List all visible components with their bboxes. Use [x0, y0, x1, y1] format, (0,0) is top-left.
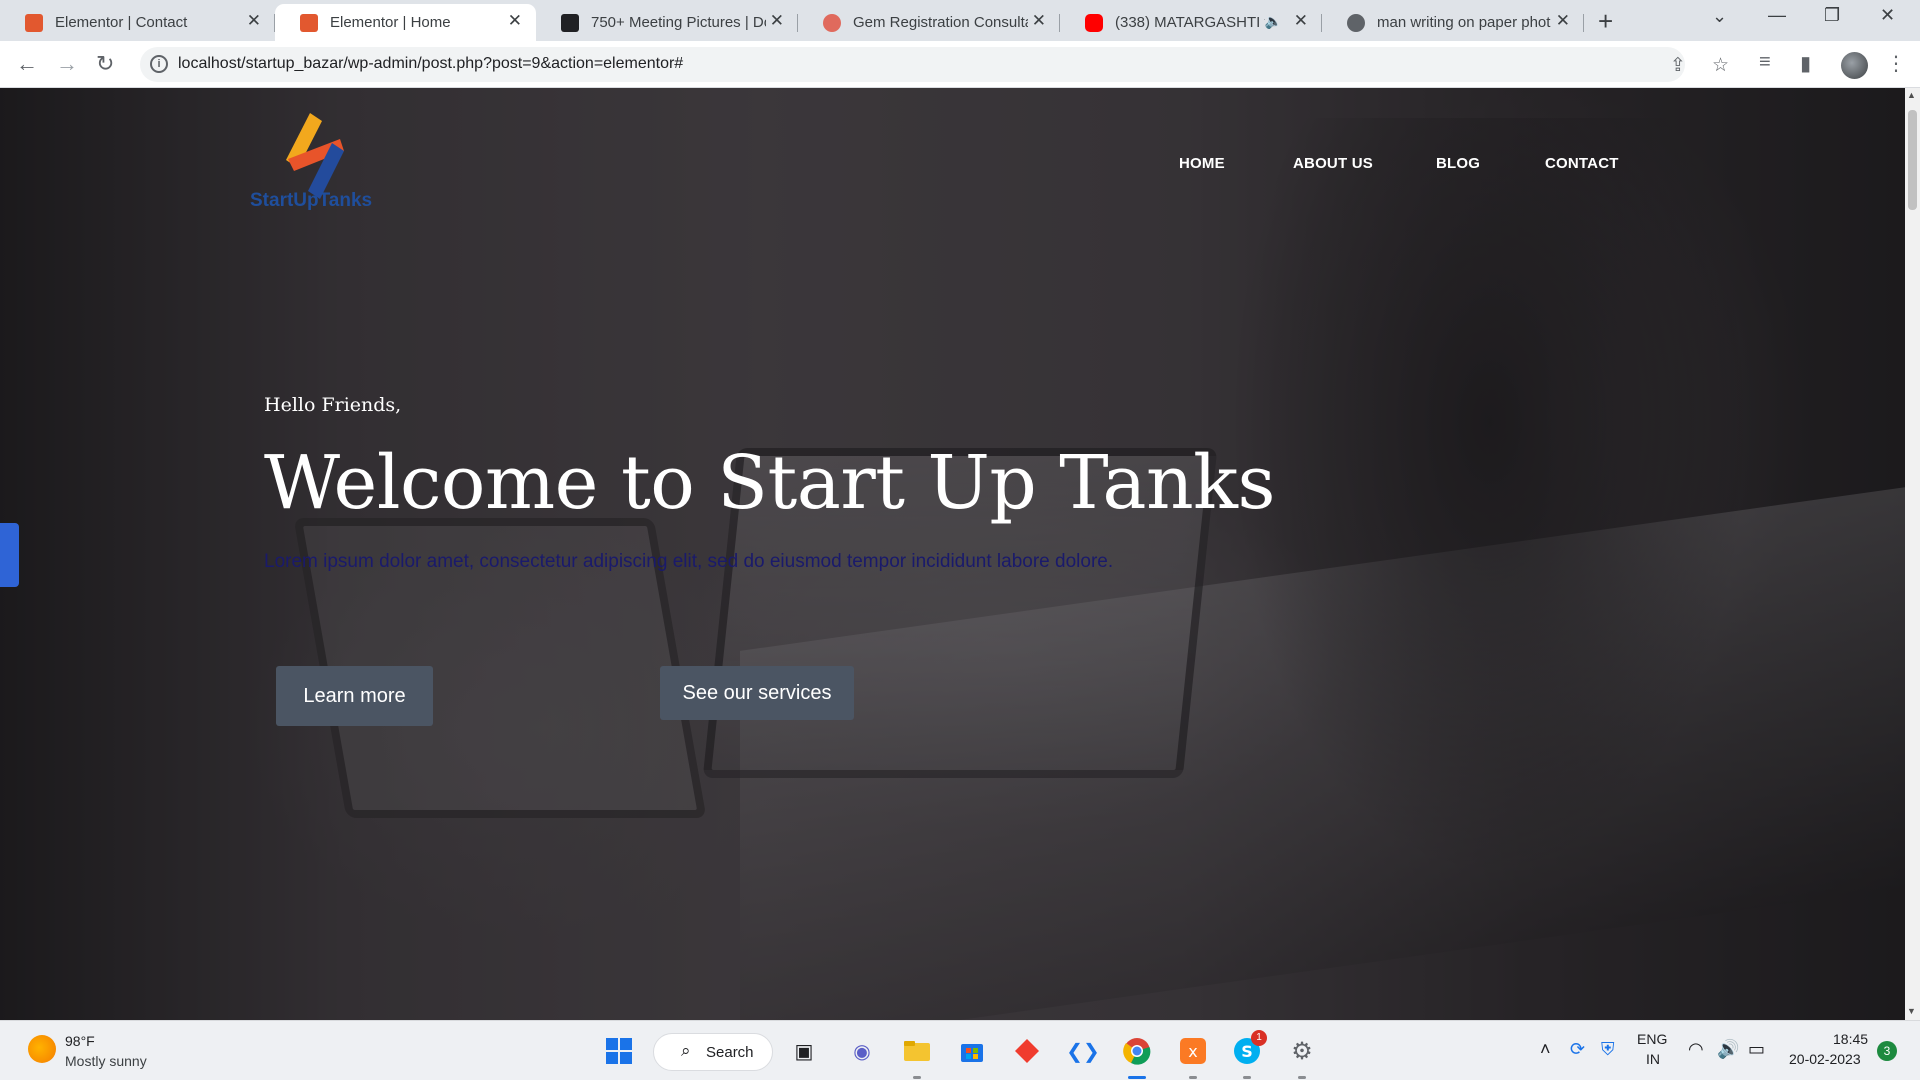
close-icon[interactable]: ✕: [1032, 11, 1046, 31]
tab-man-writing[interactable]: man writing on paper phot ✕: [1322, 4, 1584, 41]
elementor-favicon-icon: [25, 14, 43, 32]
site-logo[interactable]: StartUpTanks: [250, 113, 380, 218]
share-icon[interactable]: ⇪: [1670, 54, 1686, 77]
settings-gear-icon[interactable]: ⚙: [1285, 1034, 1319, 1068]
app-running-indicator: [913, 1076, 921, 1079]
gem-favicon-icon: [823, 14, 841, 32]
site-info-icon[interactable]: i: [150, 55, 168, 73]
svg-text:S: S: [1241, 1042, 1253, 1061]
vscode-icon[interactable]: ❮❯: [1066, 1034, 1100, 1068]
tab-title: (338) MATARGASHTI fu: [1115, 14, 1265, 31]
forward-arrow-icon[interactable]: →: [56, 51, 78, 77]
chrome-icon[interactable]: [1120, 1034, 1154, 1068]
git-app-icon[interactable]: [1010, 1034, 1044, 1068]
close-icon[interactable]: ✕: [1556, 11, 1570, 31]
menu-kebab-icon[interactable]: ⋮: [1886, 51, 1906, 76]
browser-toolbar: ← → ↻ i localhost/startup_bazar/wp-admin…: [0, 41, 1920, 88]
hero-greeting: Hello Friends,: [264, 394, 402, 416]
weather-sun-icon[interactable]: [28, 1035, 56, 1063]
tab-title: man writing on paper phot: [1377, 14, 1551, 31]
clock-time[interactable]: 18:45: [1833, 1031, 1868, 1047]
learn-more-button[interactable]: Learn more: [276, 666, 433, 726]
clock-date[interactable]: 20-02-2023: [1789, 1051, 1861, 1067]
youtube-favicon-icon: [1085, 14, 1103, 32]
nav-about-us[interactable]: ABOUT US: [1293, 155, 1373, 172]
windows-start-icon[interactable]: [602, 1034, 636, 1068]
tab-youtube[interactable]: (338) MATARGASHTI fu 🔈 ✕: [1060, 4, 1322, 41]
xampp-icon[interactable]: x: [1176, 1034, 1210, 1068]
back-arrow-icon[interactable]: ←: [16, 51, 38, 77]
side-panel-icon[interactable]: ▮: [1800, 51, 1811, 76]
volume-icon[interactable]: 🔊: [1717, 1039, 1739, 1060]
tab-title: 750+ Meeting Pictures | Do: [591, 14, 766, 31]
nav-home[interactable]: HOME: [1179, 155, 1225, 172]
taskbar-search-label: Search: [706, 1044, 754, 1061]
scroll-down-arrow-icon[interactable]: ▼: [1907, 1006, 1916, 1016]
tab-elementor-home[interactable]: Elementor | Home ✕: [275, 4, 536, 41]
tab-gem-registration[interactable]: Gem Registration Consultar ✕: [798, 4, 1060, 41]
region-indicator[interactable]: IN: [1646, 1051, 1660, 1067]
minimize-icon[interactable]: —: [1768, 5, 1786, 26]
window-close-icon[interactable]: ✕: [1880, 5, 1895, 26]
tab-title: Gem Registration Consultar: [853, 14, 1028, 31]
skype-notification-badge: 1: [1251, 1030, 1267, 1046]
tab-search-chevron-icon[interactable]: ⌄: [1712, 6, 1727, 27]
close-icon[interactable]: ✕: [1294, 11, 1308, 31]
tab-title: Elementor | Home: [330, 14, 451, 31]
app-running-indicator: [1189, 1076, 1197, 1079]
sync-icon[interactable]: ⟳: [1570, 1039, 1585, 1060]
bookmark-star-icon[interactable]: ☆: [1712, 54, 1729, 77]
app-active-indicator: [1128, 1076, 1146, 1079]
tab-meeting-pictures[interactable]: 750+ Meeting Pictures | Do ✕: [536, 4, 798, 41]
profile-avatar[interactable]: [1841, 52, 1868, 79]
browser-tab-strip: Elementor | Contact ✕ Elementor | Home ✕…: [0, 0, 1920, 41]
url-text[interactable]: localhost/startup_bazar/wp-admin/post.ph…: [178, 55, 683, 73]
wifi-icon[interactable]: ◠: [1688, 1039, 1704, 1060]
language-indicator[interactable]: ENG: [1637, 1031, 1667, 1047]
hero-subtext: Lorem ipsum dolor amet, consectetur adip…: [264, 551, 1114, 572]
weather-description[interactable]: Mostly sunny: [65, 1053, 147, 1069]
notification-count-badge[interactable]: 3: [1877, 1041, 1897, 1061]
logo-text: StartUpTanks: [250, 190, 373, 211]
restore-icon[interactable]: ❐: [1824, 5, 1840, 26]
elementor-favicon-icon: [300, 14, 318, 32]
windows-taskbar: 98°F Mostly sunny ⌕ Search ▣ ◉ ❮❯ x S 1 …: [0, 1020, 1920, 1080]
close-icon[interactable]: ✕: [247, 11, 261, 31]
app-running-indicator: [1243, 1076, 1251, 1079]
reload-icon[interactable]: ↻: [96, 51, 114, 77]
see-services-button[interactable]: See our services: [660, 666, 854, 720]
hero-headline: Welcome to Start Up Tanks: [264, 440, 1275, 526]
app-running-indicator: [1298, 1076, 1306, 1079]
tab-elementor-contact[interactable]: Elementor | Contact ✕: [0, 4, 275, 41]
weather-temperature[interactable]: 98°F: [65, 1033, 95, 1049]
teams-chat-icon[interactable]: ◉: [845, 1034, 879, 1068]
security-shield-icon[interactable]: ⛨: [1601, 1039, 1615, 1060]
nav-contact[interactable]: CONTACT: [1545, 155, 1619, 172]
search-icon: ⌕: [681, 1041, 691, 1060]
battery-icon[interactable]: ▭: [1748, 1039, 1765, 1060]
scroll-up-arrow-icon[interactable]: ▲: [1907, 90, 1916, 100]
page-scrollbar[interactable]: ▲ ▼: [1905, 88, 1920, 1020]
file-explorer-icon[interactable]: [900, 1034, 934, 1068]
scrollbar-thumb[interactable]: [1908, 110, 1917, 210]
tab-title: Elementor | Contact: [55, 14, 188, 31]
close-icon[interactable]: ✕: [770, 11, 784, 31]
chevron-up-icon[interactable]: ˄: [1540, 1039, 1551, 1060]
media-queue-icon[interactable]: ≡: [1759, 51, 1771, 74]
microsoft-store-icon[interactable]: [955, 1034, 989, 1068]
tab-separator: [1583, 14, 1584, 32]
svg-text:x: x: [1188, 1042, 1197, 1061]
nav-blog[interactable]: BLOG: [1436, 155, 1480, 172]
taskbar-search[interactable]: ⌕ Search: [653, 1033, 773, 1071]
speaker-icon[interactable]: 🔈: [1265, 13, 1282, 30]
unsplash-favicon-icon: [561, 14, 579, 32]
address-bar[interactable]: i localhost/startup_bazar/wp-admin/post.…: [140, 47, 1729, 82]
new-tab-plus-icon[interactable]: +: [1598, 6, 1613, 37]
close-icon[interactable]: ✕: [508, 11, 522, 31]
elementor-panel-handle[interactable]: [0, 523, 19, 587]
globe-favicon-icon: [1347, 14, 1365, 32]
task-view-icon[interactable]: ▣: [787, 1034, 821, 1068]
